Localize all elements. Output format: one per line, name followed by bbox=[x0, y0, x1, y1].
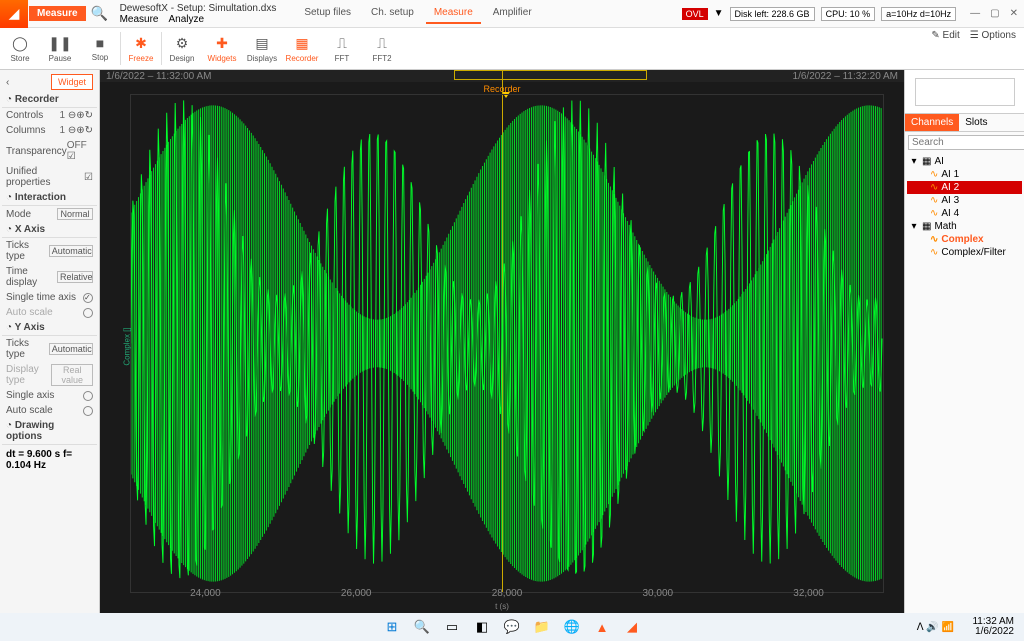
xticks-row[interactable]: Ticks typeAutomatic bbox=[2, 238, 97, 264]
top-tab-ch-setup[interactable]: Ch. setup bbox=[363, 3, 422, 24]
top-tab-setup-files[interactable]: Setup files bbox=[296, 3, 359, 24]
drawing-header: ◔ Drawing options bbox=[2, 418, 97, 445]
app-title: DewesoftX - Setup: Simultation.dxs bbox=[120, 3, 277, 14]
ovl-badge: OVL bbox=[682, 8, 708, 20]
plot-panel[interactable]: 1/6/2022 – 11:32:00 AM 1/6/2022 – 11:32:… bbox=[100, 70, 904, 613]
tree-math[interactable]: ▾▦ Math bbox=[907, 220, 1022, 233]
autoscale-y-row[interactable]: Auto scale bbox=[2, 403, 97, 418]
dt-info: dt = 9.600 s f= 0.104 Hz bbox=[2, 445, 97, 475]
stop-button[interactable]: ■Stop bbox=[80, 28, 120, 69]
minimize-button[interactable]: — bbox=[970, 8, 980, 19]
app-logo: ◢ bbox=[0, 0, 28, 28]
autoscale-x-row[interactable]: Auto scale bbox=[2, 305, 97, 320]
tree-complex-filter[interactable]: ∿ Complex/Filter bbox=[907, 246, 1022, 259]
overview-selection[interactable] bbox=[454, 70, 647, 80]
tree-ai-2[interactable]: ∿ AI 2 bbox=[907, 181, 1022, 194]
channel-tree: ▾▦ AI∿ AI 1∿ AI 2∿ AI 3∿ AI 4▾▦ Math∿ Co… bbox=[905, 153, 1024, 261]
design-button[interactable]: ⚙Design bbox=[162, 28, 202, 69]
search-icon[interactable]: 🔍 bbox=[86, 0, 114, 28]
recorder-header: ◔ Recorder bbox=[2, 92, 97, 108]
options-button[interactable]: ☰ Options bbox=[970, 30, 1016, 41]
cpu-status: CPU: 10 % bbox=[821, 7, 876, 21]
toolbar: ◯Store❚❚Pause■Stop✱Freeze⚙Design✚Widgets… bbox=[0, 28, 1024, 70]
recorder-icon: ▦ bbox=[295, 35, 308, 52]
taskbar[interactable]: ⊞ 🔍 ▭ ◧ 💬 📁 🌐 ▲ ◢ ᐱ 🔊 📶 11:32 AM1/6/2022 bbox=[0, 613, 1024, 641]
design-icon: ⚙ bbox=[176, 35, 189, 52]
mode-row[interactable]: ModeNormal bbox=[2, 206, 97, 222]
top-tab-amplifier[interactable]: Amplifier bbox=[485, 3, 540, 24]
left-panel: ‹Widget ◔ Recorder Controls1 ⊖⊕↻ Columns… bbox=[0, 70, 100, 613]
rp-tab-slots[interactable]: Slots bbox=[959, 114, 993, 131]
tree-ai-3[interactable]: ∿ AI 3 bbox=[907, 194, 1022, 207]
displays-icon: ▤ bbox=[255, 35, 268, 52]
disk-status: Disk left: 228.6 GB bbox=[730, 7, 815, 21]
tree-complex[interactable]: ∿ Complex bbox=[907, 233, 1022, 246]
yaxis-header: ◔ Y Axis bbox=[2, 320, 97, 336]
store-button[interactable]: ◯Store bbox=[0, 28, 40, 69]
task-view-icon[interactable]: ▭ bbox=[442, 617, 462, 637]
preview-box bbox=[915, 78, 1015, 106]
app2-icon[interactable]: ◢ bbox=[622, 617, 642, 637]
start-icon[interactable]: ⊞ bbox=[382, 617, 402, 637]
pause-icon: ❚❚ bbox=[48, 35, 71, 52]
x-ticks: 24,00026,00028,00030,00032,000 bbox=[130, 588, 884, 599]
mode-measure[interactable]: Measure bbox=[120, 14, 159, 25]
edit-button[interactable]: ✎ Edit bbox=[931, 30, 959, 41]
tree-ai-4[interactable]: ∿ AI 4 bbox=[907, 207, 1022, 220]
store-icon: ◯ bbox=[12, 35, 28, 52]
right-panel: ChannelsSlots 🔍▾ ▾▦ AI∿ AI 1∿ AI 2∿ AI 3… bbox=[904, 70, 1024, 613]
clock[interactable]: 11:32 AM1/6/2022 bbox=[972, 617, 1014, 637]
rp-tab-channels[interactable]: Channels bbox=[905, 114, 959, 131]
rate-status: a=10Hz d=10Hz bbox=[881, 7, 956, 21]
unified-row[interactable]: Unified properties☑ bbox=[2, 164, 97, 190]
freeze-icon: ✱ bbox=[135, 35, 147, 52]
single-time-row[interactable]: Single time axis bbox=[2, 290, 97, 305]
transparency-row[interactable]: TransparencyOFF ☑ bbox=[2, 138, 97, 164]
displays-button[interactable]: ▤Displays bbox=[242, 28, 282, 69]
recorder-button[interactable]: ▦Recorder bbox=[282, 28, 322, 69]
tray-icons[interactable]: ᐱ 🔊 📶 bbox=[917, 622, 954, 633]
edge-icon[interactable]: 🌐 bbox=[562, 617, 582, 637]
channel-search-input[interactable] bbox=[908, 135, 1024, 150]
plot-area[interactable] bbox=[130, 94, 884, 593]
tree-ai-1[interactable]: ∿ AI 1 bbox=[907, 168, 1022, 181]
interaction-header: ◔ Interaction bbox=[2, 190, 97, 206]
widget-tab[interactable]: Widget bbox=[51, 74, 93, 90]
columns-row[interactable]: Columns1 ⊖⊕↻ bbox=[2, 123, 97, 138]
stop-icon: ■ bbox=[96, 35, 104, 51]
explorer-icon[interactable]: 📁 bbox=[532, 617, 552, 637]
fft2-button[interactable]: ⎍FFT2 bbox=[362, 28, 402, 69]
widgets-icon: ✚ bbox=[216, 35, 228, 52]
plot-time-right: 1/6/2022 – 11:32:20 AM bbox=[793, 71, 898, 82]
pause-button[interactable]: ❚❚Pause bbox=[40, 28, 80, 69]
fft-icon: ⎍ bbox=[337, 35, 347, 52]
app1-icon[interactable]: ▲ bbox=[592, 617, 612, 637]
yticks-row[interactable]: Ticks typeAutomatic bbox=[2, 336, 97, 362]
controls-row[interactable]: Controls1 ⊖⊕↻ bbox=[2, 108, 97, 123]
top-tab-measure[interactable]: Measure bbox=[426, 3, 481, 24]
top-tabs: Setup filesCh. setupMeasureAmplifier bbox=[296, 3, 539, 24]
widgets-icon[interactable]: ◧ bbox=[472, 617, 492, 637]
mode-analyze[interactable]: Analyze bbox=[168, 14, 204, 25]
tree-ai[interactable]: ▾▦ AI bbox=[907, 155, 1022, 168]
widgets-button[interactable]: ✚Widgets bbox=[202, 28, 242, 69]
x-label: t (s) bbox=[495, 602, 509, 611]
waveform bbox=[131, 95, 883, 592]
maximize-button[interactable]: ▢ bbox=[990, 8, 999, 19]
single-axis-row[interactable]: Single axis bbox=[2, 388, 97, 403]
fft2-icon: ⎍ bbox=[377, 35, 387, 52]
channel-tabs: ChannelsSlots bbox=[905, 114, 1024, 132]
chat-icon[interactable]: 💬 bbox=[502, 617, 522, 637]
xaxis-header: ◔ X Axis bbox=[2, 222, 97, 238]
y-label: Complex [] bbox=[123, 327, 132, 365]
display-type-row: Display typeReal value bbox=[2, 362, 97, 388]
time-display-row[interactable]: Time displayRelative bbox=[2, 264, 97, 290]
mode-measure-badge[interactable]: Measure bbox=[29, 6, 86, 21]
taskbar-search-icon[interactable]: 🔍 bbox=[412, 617, 432, 637]
freeze-button[interactable]: ✱Freeze bbox=[121, 28, 161, 69]
close-button[interactable]: ✕ bbox=[1010, 8, 1018, 19]
plot-time-left: 1/6/2022 – 11:32:00 AM bbox=[106, 71, 211, 82]
fft-button[interactable]: ⎍FFT bbox=[322, 28, 362, 69]
